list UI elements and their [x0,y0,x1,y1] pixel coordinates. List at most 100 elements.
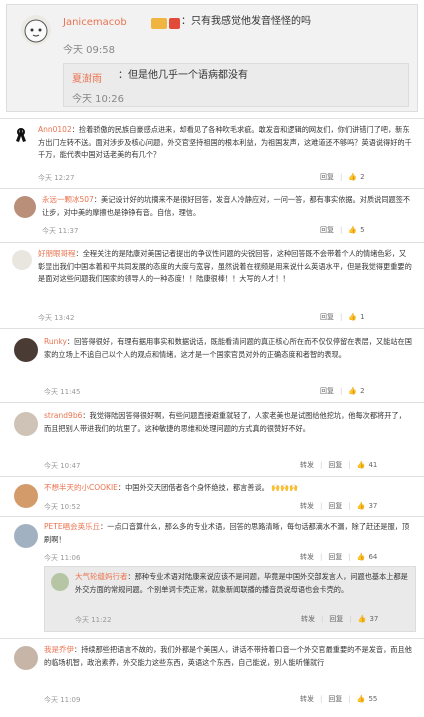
thumbs-up-icon: 👍 [356,461,366,469]
comment-time: 今天 13:42 [38,314,75,322]
user-avatar[interactable] [14,338,38,362]
divider [0,638,424,639]
like-count: 37 [368,502,378,510]
comment-text: Ann0102：捡着骄傲的民族自豪感点进来，却看见了各种吹毛求疵。敢发音和逻辑的… [38,125,412,160]
comment-text: 不想半天的小COOKIE：中国外交天团借者各个身怀绝技，都言善谈。 🙌🙌🙌 [44,483,299,492]
divider [0,242,424,243]
like-count: 37 [369,615,379,623]
thumbs-up-icon: 👍 [357,615,367,623]
like-button[interactable]: 👍 2 [348,387,364,395]
comment-user-name[interactable]: 不想半天的小COOKIE [44,483,118,492]
user-avatar[interactable] [14,646,38,670]
divider [0,516,424,517]
reply-button[interactable]: 回复 [328,552,342,562]
comment-time: 今天 11:09 [44,696,81,704]
post-text: ：只有我感觉他发音怪怪的吗 [181,16,311,27]
comment-time: 今天 11:37 [42,227,79,235]
like-count: 1 [360,313,365,321]
like-count: 55 [368,695,378,703]
comment-time: 今天 12:27 [38,174,75,182]
user-avatar[interactable] [14,196,36,218]
share-button[interactable]: 转发 [301,614,315,624]
like-button[interactable]: 👍 55 [357,695,378,703]
user-avatar[interactable] [14,524,38,548]
reply-button[interactable]: 回复 [328,694,342,704]
reply-button[interactable]: 回复 [320,386,334,396]
reply-user-name[interactable]: 大气轮缝妈行者 [75,572,128,581]
reply-button[interactable]: 回复 [320,172,334,182]
share-button[interactable]: 转发 [300,460,314,470]
comment-user-name[interactable]: 好朋眼哥程 [38,249,76,258]
share-button[interactable]: 转发 [300,501,314,511]
comment-text: 我是乔伊：持续那些把语言不故的，我们外都是个美国人，讲话不带持着口音一个外交官最… [44,645,412,667]
share-button[interactable]: 转发 [300,552,314,562]
comment-user-name[interactable]: PETE唱会英乐丘 [44,522,100,531]
vip-badge-icon [151,18,167,29]
reply-button[interactable]: 回复 [320,225,334,235]
divider [0,188,424,189]
comment-user-name[interactable]: strand9b6 [44,411,82,420]
like-count: 2 [360,173,365,181]
comment-text: Runky：回答得很好，有理有据用事实和数据说话，既能看清问题的真正核心所在而不… [44,337,412,359]
like-button[interactable]: 👍 1 [348,313,364,321]
comment-actions: 回复 | 👍 2 [320,172,365,182]
divider [0,118,424,119]
reply-button[interactable]: 回复 [320,312,334,322]
comment-time: 今天 11:06 [44,554,81,562]
comment-actions: 回复 | 👍 2 [320,386,365,396]
share-button[interactable]: 转发 [300,694,314,704]
like-button[interactable]: 👍 37 [357,502,378,510]
like-button[interactable]: 👍 64 [357,553,378,561]
reply-button[interactable]: 回复 [328,460,342,470]
black-ribbon-icon [16,128,26,142]
reply-time: 今天 10:26 [72,94,124,105]
like-count: 2 [360,387,365,395]
top-post-card: Janicemacob ：只有我感觉他发音怪怪的吗 今天 09:58 夏澍雨 ：… [6,4,418,112]
thumbs-up-icon: 👍 [348,173,358,181]
cartoon-avatar-icon [24,19,48,43]
reply-text: ：但是他几乎一个语病都没有 [118,70,248,81]
like-count: 41 [368,461,378,469]
like-button[interactable]: 👍 5 [348,226,364,234]
thumbs-up-icon: 👍 [356,502,366,510]
comment-user-name[interactable]: Runky [44,337,67,346]
comment-actions: 回复 | 👍 5 [320,225,365,235]
user-avatar[interactable] [14,484,38,508]
thumbs-up-icon: 👍 [356,553,366,561]
comment-user-name[interactable]: 我是乔伊 [44,645,74,654]
comment-time: 今天 10:52 [44,503,81,511]
comment-time: 今天 10:47 [44,462,81,470]
like-count: 64 [368,553,378,561]
comment-actions: 转发 | 回复 | 👍 55 [300,694,378,704]
reply-user-name[interactable]: 夏澍雨 [72,70,102,85]
user-avatar[interactable] [51,573,69,591]
like-button[interactable]: 👍 37 [358,615,379,623]
reply-time: 今天 11:22 [75,616,112,624]
reply-button[interactable]: 回复 [329,614,343,624]
like-button[interactable]: 👍 41 [357,461,378,469]
comment-time: 今天 11:45 [44,388,81,396]
reply-text: 大气轮缝妈行者：那种专业术语对陆康来说应该不是问题，毕竟是中国外交部发言人，问题… [75,572,408,594]
user-avatar[interactable] [12,250,32,270]
comment-user-name[interactable]: 永远一颗冰507 [42,195,94,204]
user-avatar[interactable] [12,126,30,144]
thumbs-up-icon: 👍 [356,695,366,703]
comment-actions: 转发 | 回复 | 👍 41 [300,460,378,470]
divider [0,328,424,329]
user-name[interactable]: Janicemacob [63,17,127,28]
reply-card: 大气轮缝妈行者：那种专业术语对陆康来说应该不是问题，毕竟是中国外交部发言人，问题… [44,566,416,632]
comment-text: 永远一颗冰507：美记设计好的坑摘来不是很好回答，发音人冷静应对，一问一答，都有… [42,195,411,217]
thumbs-up-icon: 👍 [348,387,358,395]
reply-card: 夏澍雨 ：但是他几乎一个语病都没有 今天 10:26 [63,63,409,107]
comment-user-name[interactable]: Ann0102 [38,125,72,134]
comment-text: strand9b6：我觉得陆因答得很好啊，有些问题直接避重就轻了，人家老美也是试… [44,411,406,433]
like-button[interactable]: 👍 2 [348,173,364,181]
post-time: 今天 09:58 [63,45,115,56]
user-avatar[interactable] [14,412,38,436]
level-badge-icon [169,18,180,29]
thumbs-up-icon: 👍 [348,226,358,234]
comment-actions: 回复 | 👍 1 [320,312,365,322]
user-avatar[interactable] [21,15,51,45]
reply-actions: 转发 | 回复 | 👍 37 [301,614,379,624]
reply-button[interactable]: 回复 [328,501,342,511]
